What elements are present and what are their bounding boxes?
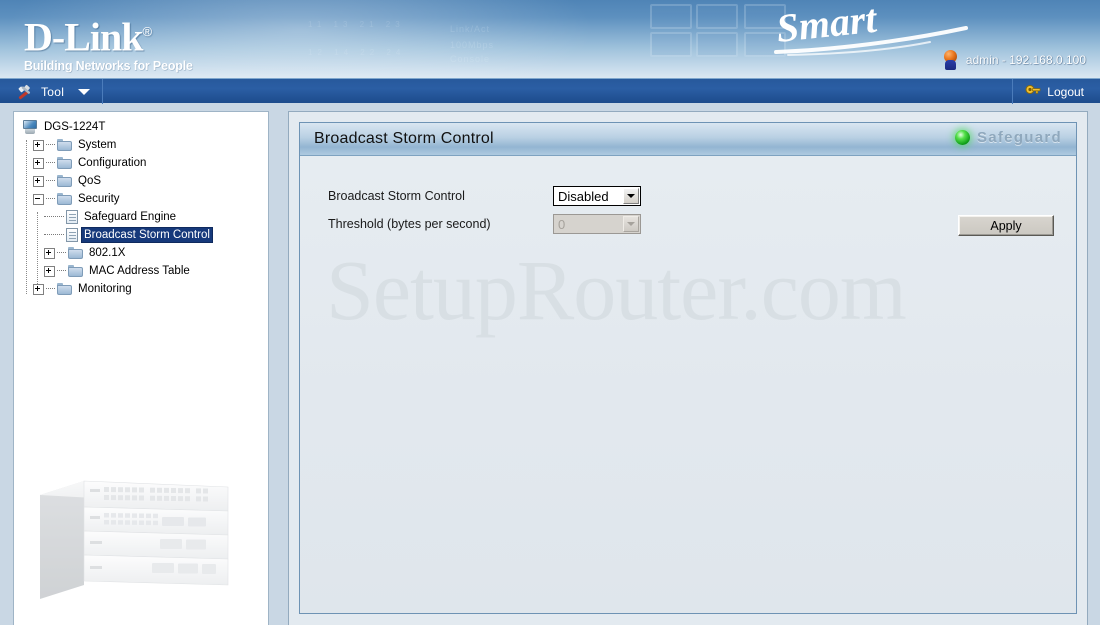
logout-label: Logout (1047, 84, 1084, 99)
tree-item-label: System (78, 139, 117, 151)
tree-item-dgs-1224t[interactable]: DGS-1224T (22, 118, 266, 136)
storm-control-value: Disabled (558, 188, 609, 204)
key-icon (1025, 84, 1041, 99)
tree-connector (46, 144, 55, 146)
tool-menu-button[interactable]: Tool (16, 79, 104, 104)
content-panel: Broadcast Storm Control Safeguard SetupR… (299, 122, 1077, 614)
top-toolbar: Tool Logout (0, 78, 1100, 104)
tree-item-label: QoS (78, 175, 102, 187)
chevron-down-icon (78, 88, 91, 95)
chevron-down-icon[interactable] (623, 188, 639, 204)
tree-connector (46, 180, 55, 182)
tree-connector (44, 234, 64, 236)
tree-item-label: 802.1X (89, 247, 126, 259)
collapse-icon[interactable] (33, 193, 44, 205)
tree-connector (57, 270, 66, 272)
expand-icon[interactable] (44, 265, 55, 277)
expand-icon[interactable] (33, 175, 44, 187)
tree-connector (57, 252, 66, 254)
form-row-threshold: Threshold (bytes per second) 0 (328, 214, 641, 234)
hammer-wrench-icon (16, 84, 33, 100)
navigation-tree: DGS-1224T System Configuration QoS Security S… (22, 118, 266, 298)
threshold-value: 0 (558, 216, 566, 232)
tree-connector (46, 288, 55, 290)
tree-item-label: DGS-1224T (44, 121, 106, 133)
folder-icon (68, 247, 83, 259)
threshold-select[interactable]: 0 (553, 214, 641, 234)
tree-guide-line (26, 140, 28, 294)
expand-icon[interactable] (44, 247, 55, 259)
tree-item-system[interactable]: System (22, 136, 266, 154)
dlink-smart-switch-web-ui: 11 13 21 23 12 14 22 24 Link/Act 100Mbps… (0, 0, 1100, 625)
threshold-label: Threshold (bytes per second) (328, 217, 491, 231)
form-row-storm-control: Broadcast Storm Control Disabled (328, 186, 641, 206)
tree-item-label: Broadcast Storm Control (81, 227, 213, 243)
folder-icon (68, 265, 83, 277)
folder-icon (57, 175, 72, 187)
folder-icon (57, 193, 72, 205)
storm-control-select[interactable]: Disabled (553, 186, 641, 206)
panel-body: SetupRouter.com Broadcast Storm Control … (300, 156, 1076, 613)
safeguard-label: Safeguard (976, 129, 1062, 146)
page-icon (66, 210, 78, 224)
folder-icon (57, 139, 72, 151)
main-content-area: Broadcast Storm Control Safeguard SetupR… (288, 111, 1088, 625)
expand-icon[interactable] (33, 283, 44, 295)
tree-item-broadcast-storm-control[interactable]: Broadcast Storm Control (22, 226, 266, 244)
tree-item-configuration[interactable]: Configuration (22, 154, 266, 172)
tree-item-security[interactable]: Security (22, 190, 266, 208)
page-title: Broadcast Storm Control (314, 130, 494, 147)
logo-wordmark: D-Link (24, 14, 143, 60)
logged-in-user: admin - 192.168.0.100 (942, 50, 1086, 70)
page-icon (66, 228, 78, 242)
registered-trademark-icon: ® (142, 24, 153, 39)
tree-item-label: Security (78, 193, 120, 205)
user-label: admin - 192.168.0.100 (965, 53, 1086, 67)
expand-icon[interactable] (33, 157, 44, 169)
tree-item-802-1x[interactable]: 802.1X (22, 244, 266, 262)
dgs-switch-stack-photo (32, 473, 260, 613)
apply-button[interactable]: Apply (958, 215, 1054, 236)
site-watermark: SetupRouter.com (326, 242, 907, 338)
tree-connector (46, 162, 55, 164)
dlink-logo: D-Link® Building Networks for People (24, 11, 193, 74)
tree-item-mac-address-table[interactable]: MAC Address Table (22, 262, 266, 280)
green-led-icon (954, 130, 970, 145)
tree-item-monitoring[interactable]: Monitoring (22, 280, 266, 298)
safeguard-badge: Safeguard (954, 129, 1062, 146)
logo-tagline: Building Networks for People (24, 59, 193, 74)
tree-item-label: Monitoring (78, 283, 132, 295)
logout-button[interactable]: Logout (1012, 79, 1094, 104)
tree-connector (44, 216, 64, 218)
header-banner: 11 13 21 23 12 14 22 24 Link/Act 100Mbps… (0, 0, 1100, 78)
chevron-down-icon (623, 216, 639, 232)
tree-item-label: Safeguard Engine (84, 211, 177, 223)
folder-icon (57, 157, 72, 169)
expand-icon[interactable] (33, 139, 44, 151)
tree-item-safeguard-engine[interactable]: Safeguard Engine (22, 208, 266, 226)
storm-control-label: Broadcast Storm Control (328, 189, 465, 203)
panel-header: Broadcast Storm Control Safeguard (300, 123, 1076, 156)
tool-menu-label: Tool (41, 84, 65, 99)
tree-item-label: MAC Address Table (89, 265, 190, 277)
tree-item-qos[interactable]: QoS (22, 172, 266, 190)
tree-guide-line (37, 212, 39, 284)
computer-icon (22, 119, 38, 135)
folder-icon (57, 283, 72, 295)
navigation-sidebar: DGS-1224T System Configuration QoS Security S… (13, 111, 269, 625)
user-avatar-icon (942, 50, 959, 70)
tree-item-label: Configuration (78, 157, 147, 169)
tree-connector (46, 198, 55, 200)
